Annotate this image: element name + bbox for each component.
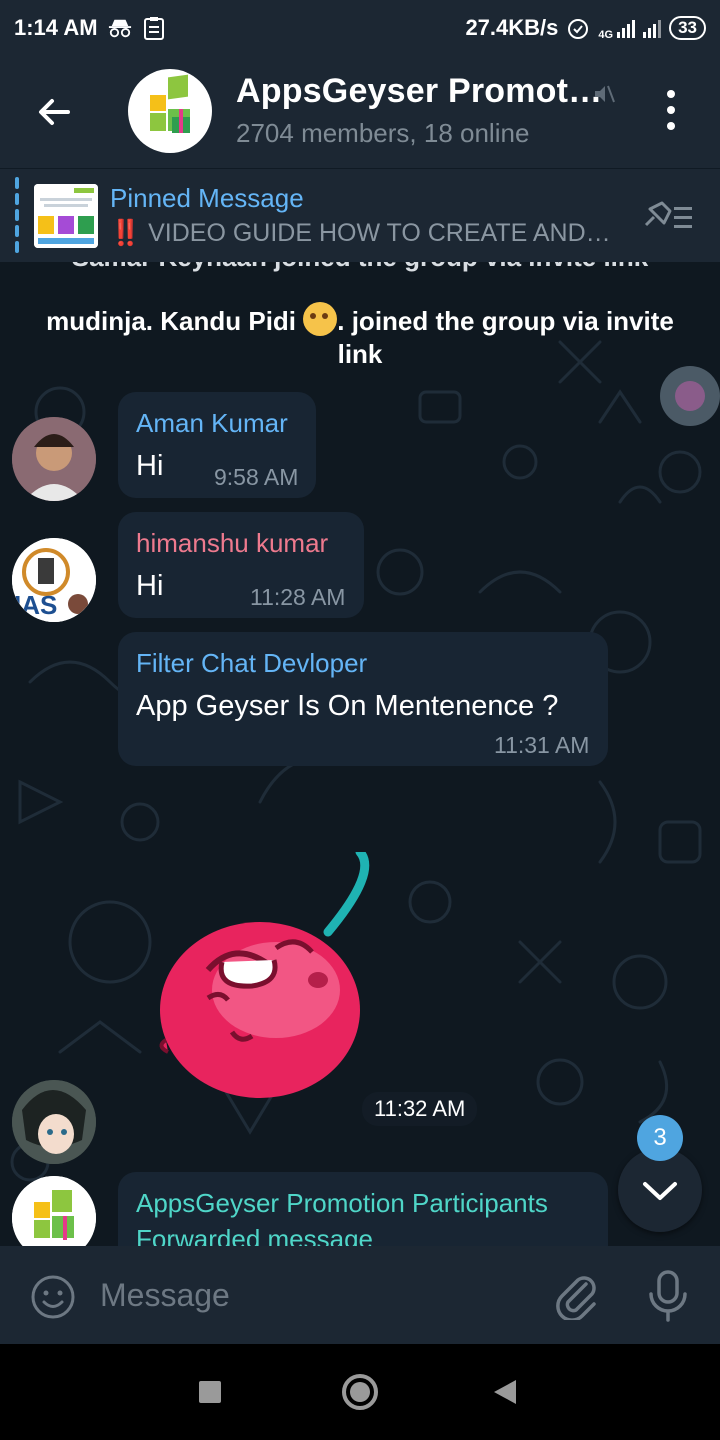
signal-icon-2 xyxy=(643,18,662,38)
status-bar: 1:14 AM 27.4KB/s 4G 33 xyxy=(0,0,720,56)
avatar-himanshu-kumar[interactable]: IAS xyxy=(12,538,96,622)
message-text: Hi xyxy=(136,450,164,482)
system-navigation-bar xyxy=(0,1344,720,1440)
forwarded-label: Forwarded message xyxy=(136,1224,373,1246)
system-message-text: . joined the group via invite link xyxy=(337,306,674,369)
message-bubble[interactable]: Aman Kumar Hi 9:58 AM xyxy=(118,392,316,498)
double-exclamation-icon: ‼️ xyxy=(110,219,142,247)
nav-back-icon[interactable] xyxy=(494,1380,516,1404)
message-sender[interactable]: Aman Kumar xyxy=(136,408,288,439)
chat-header: AppsGeyser Promot… 2704 members, 18 onli… xyxy=(0,56,720,168)
mute-icon xyxy=(592,82,616,106)
message-text: Hi xyxy=(136,570,164,602)
emoji-icon[interactable] xyxy=(30,1274,76,1320)
recent-apps-icon[interactable] xyxy=(199,1381,221,1403)
chat-area[interactable]: Samar Keyhaan joined the group via invit… xyxy=(0,262,720,1246)
group-title[interactable]: AppsGeyser Promot… xyxy=(236,72,602,111)
network-type: 4G xyxy=(598,29,614,41)
network-speed: 27.4KB/s xyxy=(465,15,559,40)
thinking-face-icon xyxy=(303,302,338,336)
status-time: 1:14 AM xyxy=(14,15,98,40)
message-bubble[interactable]: Filter Chat Devloper App Geyser Is On Me… xyxy=(118,632,608,766)
attach-icon[interactable] xyxy=(552,1270,600,1322)
incognito-icon xyxy=(108,16,132,40)
pinned-preview: ‼️ VIDEO GUIDE HOW TO CREATE AND… xyxy=(110,219,611,248)
group-avatar[interactable] xyxy=(128,69,212,153)
signal-icon xyxy=(617,18,636,38)
pinned-preview-text: VIDEO GUIDE HOW TO CREATE AND… xyxy=(148,219,611,247)
clipboard-icon xyxy=(142,16,166,40)
message-time: 9:58 AM xyxy=(214,464,299,490)
pinned-indicator xyxy=(15,177,19,253)
system-message-partial: Samar Keyhaan joined the group via invit… xyxy=(0,262,720,273)
avatar-aman-kumar[interactable] xyxy=(12,417,96,501)
microphone-icon[interactable] xyxy=(646,1270,690,1322)
cherry-sticker[interactable] xyxy=(148,852,378,1112)
pinned-thumbnail xyxy=(34,184,98,248)
alarm-icon xyxy=(566,16,590,40)
message-input[interactable] xyxy=(100,1270,520,1320)
battery-icon: 33 xyxy=(669,16,706,40)
message-time: 11:31 AM xyxy=(494,732,590,758)
message-bubble[interactable]: himanshu kumar Hi 11:28 AM xyxy=(118,512,364,618)
message-text: App Geyser Is On Mentenence ? xyxy=(136,690,559,722)
back-arrow-icon[interactable] xyxy=(30,88,78,136)
system-message-name: mudinja. Kandu Pidi xyxy=(46,306,297,336)
message-sender[interactable]: himanshu kumar xyxy=(136,528,328,559)
message-composer xyxy=(0,1246,720,1344)
system-message-joined: mudinja. Kandu Pidi . joined the group v… xyxy=(30,302,690,371)
home-icon[interactable] xyxy=(342,1374,378,1410)
sticker-time: 11:32 AM xyxy=(362,1092,478,1126)
pinned-message-bar[interactable]: Pinned Message ‼️ VIDEO GUIDE HOW TO CRE… xyxy=(0,168,720,262)
more-options-icon[interactable] xyxy=(656,90,686,130)
group-members-count: 2704 members, 18 online xyxy=(236,118,530,148)
forwarded-sender[interactable]: AppsGeyser Promotion Participants xyxy=(136,1188,548,1219)
floating-video-bubble[interactable] xyxy=(660,366,720,426)
avatar-anime-user[interactable] xyxy=(12,1080,96,1164)
forwarded-message-bubble[interactable]: AppsGeyser Promotion Participants Forwar… xyxy=(118,1172,608,1246)
pinned-title: Pinned Message xyxy=(110,183,304,213)
message-time: 11:28 AM xyxy=(250,584,346,610)
pinned-list-icon[interactable] xyxy=(640,199,696,235)
unread-count-badge: 3 xyxy=(637,1115,683,1161)
message-sender[interactable]: Filter Chat Devloper xyxy=(136,648,367,679)
